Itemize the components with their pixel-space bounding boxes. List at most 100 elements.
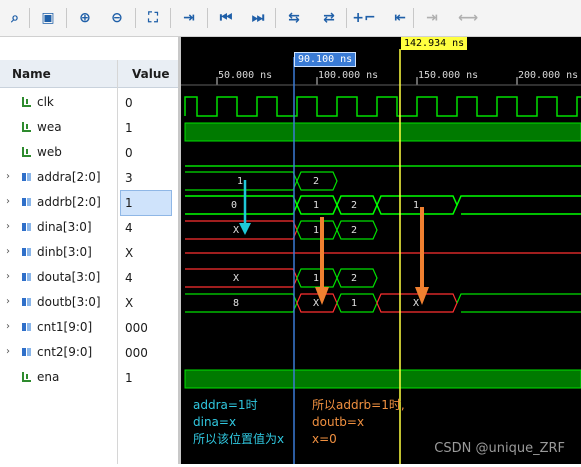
dina-val-1: 1 xyxy=(313,225,319,236)
previous-transition-icon: ⇆ xyxy=(288,10,300,26)
signal-row-web[interactable]: web 0 xyxy=(0,141,178,165)
previous-marker-icon: ⇤ xyxy=(394,10,406,26)
annotation-right: 所以addrb=1时, doutb=x x=0 xyxy=(312,397,405,448)
bus-signal-icon xyxy=(22,198,31,206)
go-to-end-icon: ⏭ xyxy=(251,10,265,26)
annotation-arrow-orange-2 xyxy=(415,207,429,305)
signal-row-clk[interactable]: clk 0 xyxy=(0,91,178,115)
expand-chevron-icon[interactable]: › xyxy=(6,296,10,307)
zoom-fit-button[interactable]: ⛶ xyxy=(142,7,164,29)
toolbar-separator xyxy=(29,8,30,28)
search-button[interactable]: ⌕ xyxy=(4,7,26,29)
save-button[interactable]: ▣ xyxy=(37,7,59,29)
bus-signal-icon xyxy=(22,298,31,306)
annotation-left-line-3: 所以该位置值为x xyxy=(193,432,285,446)
signal-name: cnt2[9:0] xyxy=(37,345,93,359)
swap-cursors-button: ⟷ xyxy=(457,7,479,29)
dina-val-0: X xyxy=(233,225,239,236)
signal-row-doutb[interactable]: › doutb[3:0] X xyxy=(0,291,178,315)
wire-signal-icon xyxy=(22,122,31,132)
doutb-val-3: X xyxy=(413,298,419,309)
signal-row-dinb[interactable]: › dinb[3:0] X xyxy=(0,241,178,265)
signal-row-ena[interactable]: ena 1 xyxy=(0,366,178,390)
zoom-out-icon: ⊖ xyxy=(111,10,123,26)
add-marker-icon: +⌐ xyxy=(352,10,376,26)
wire-signal-icon xyxy=(22,147,31,157)
signal-row-addra[interactable]: › addra[2:0] 3 xyxy=(0,166,178,190)
doutb-val-1: X xyxy=(313,298,319,309)
signal-value: 1 xyxy=(125,121,133,135)
search-icon: ⌕ xyxy=(11,10,19,26)
signal-row-cnt1[interactable]: › cnt1[9:0] 000 xyxy=(0,316,178,340)
name-column-header[interactable]: Name xyxy=(0,60,117,88)
wire-signal-icon xyxy=(22,97,31,107)
add-marker-button[interactable]: +⌐ xyxy=(352,7,376,29)
signal-name: doutb[3:0] xyxy=(37,295,101,309)
zoom-in-button[interactable]: ⊕ xyxy=(74,7,96,29)
next-marker-button: ⇥ xyxy=(421,7,443,29)
signal-value: 1 xyxy=(120,190,172,216)
wire-signal-icon xyxy=(22,372,31,382)
tick-label-150ns: 150.000 ns xyxy=(418,70,478,81)
bus-signal-icon xyxy=(22,273,31,281)
bus-signal-icon xyxy=(22,248,31,256)
tick-label-200ns: 200.000 ns xyxy=(518,70,578,81)
addrb-val-3: 1 xyxy=(413,200,419,211)
signal-row-wea[interactable]: wea 1 xyxy=(0,116,178,140)
expand-chevron-icon[interactable]: › xyxy=(6,246,10,257)
annotation-left: addra=1时 dina=x 所以该位置值为x xyxy=(193,397,284,448)
signal-row-addrb[interactable]: › addrb[2:0] 1 xyxy=(0,190,178,216)
expand-chevron-icon[interactable]: › xyxy=(6,346,10,357)
bus-signal-icon xyxy=(22,173,31,181)
toolbar-separator xyxy=(170,8,171,28)
next-transition-button[interactable]: ⇄ xyxy=(318,7,340,29)
tick-label-50ns: 50.000 ns xyxy=(218,70,272,81)
addrb-val-0: 0 xyxy=(231,200,237,211)
annotation-left-line-1: addra=1时 xyxy=(193,398,258,412)
expand-chevron-icon[interactable]: › xyxy=(6,271,10,282)
cursor-blue-label[interactable]: 90.100 ns xyxy=(294,52,357,67)
douta-val-0: X xyxy=(233,273,239,284)
go-to-end-button[interactable]: ⏭ xyxy=(247,7,269,29)
expand-chevron-icon[interactable]: › xyxy=(6,171,10,182)
go-to-start-button[interactable]: ⏮ xyxy=(215,7,237,29)
signal-value: 4 xyxy=(125,271,133,285)
douta-val-1: 1 xyxy=(313,273,319,284)
toolbar-separator xyxy=(135,8,136,28)
expand-chevron-icon[interactable]: › xyxy=(6,321,10,332)
toolbar-separator xyxy=(207,8,208,28)
zoom-in-icon: ⊕ xyxy=(79,10,91,26)
signal-value: 4 xyxy=(125,221,133,235)
annotation-right-line-1: 所以addrb=1时, xyxy=(312,398,405,412)
addra-val-1: 2 xyxy=(313,176,319,187)
signal-value: 0 xyxy=(125,96,133,110)
signal-name: wea xyxy=(37,120,62,134)
next-transition-icon: ⇄ xyxy=(323,10,335,26)
value-column-header[interactable]: Value xyxy=(118,60,178,88)
go-to-cursor-button[interactable]: ⇥ xyxy=(178,7,200,29)
signal-name: dina[3:0] xyxy=(37,220,92,234)
signal-value: 0 xyxy=(125,146,133,160)
watermark: CSDN @unique_ZRF xyxy=(434,441,565,456)
waveform-canvas[interactable]: 50.000 ns 100.000 ns 150.000 ns 200.000 … xyxy=(178,37,581,464)
signal-row-douta[interactable]: › douta[3:0] 4 xyxy=(0,266,178,290)
signal-row-dina[interactable]: › dina[3:0] 4 xyxy=(0,216,178,240)
expand-chevron-icon[interactable]: › xyxy=(6,221,10,232)
cursor-yellow-label[interactable]: 142.934 ns xyxy=(401,37,468,50)
previous-transition-button[interactable]: ⇆ xyxy=(283,7,305,29)
signal-value: 000 xyxy=(125,321,148,335)
previous-marker-button[interactable]: ⇤ xyxy=(389,7,411,29)
zoom-out-button[interactable]: ⊖ xyxy=(106,7,128,29)
signal-value: X xyxy=(125,246,134,260)
signal-name: ena xyxy=(37,370,60,384)
signal-name: addrb[2:0] xyxy=(37,195,101,209)
signal-name: douta[3:0] xyxy=(37,270,101,284)
bus-signal-icon xyxy=(22,223,31,231)
addrb-val-2: 2 xyxy=(351,200,357,211)
save-icon: ▣ xyxy=(41,10,55,26)
expand-chevron-icon[interactable]: › xyxy=(6,196,10,207)
toolbar-separator xyxy=(346,8,347,28)
dina-val-2: 2 xyxy=(351,225,357,236)
signal-row-cnt2[interactable]: › cnt2[9:0] 000 xyxy=(0,341,178,365)
signal-value: X xyxy=(125,296,134,310)
